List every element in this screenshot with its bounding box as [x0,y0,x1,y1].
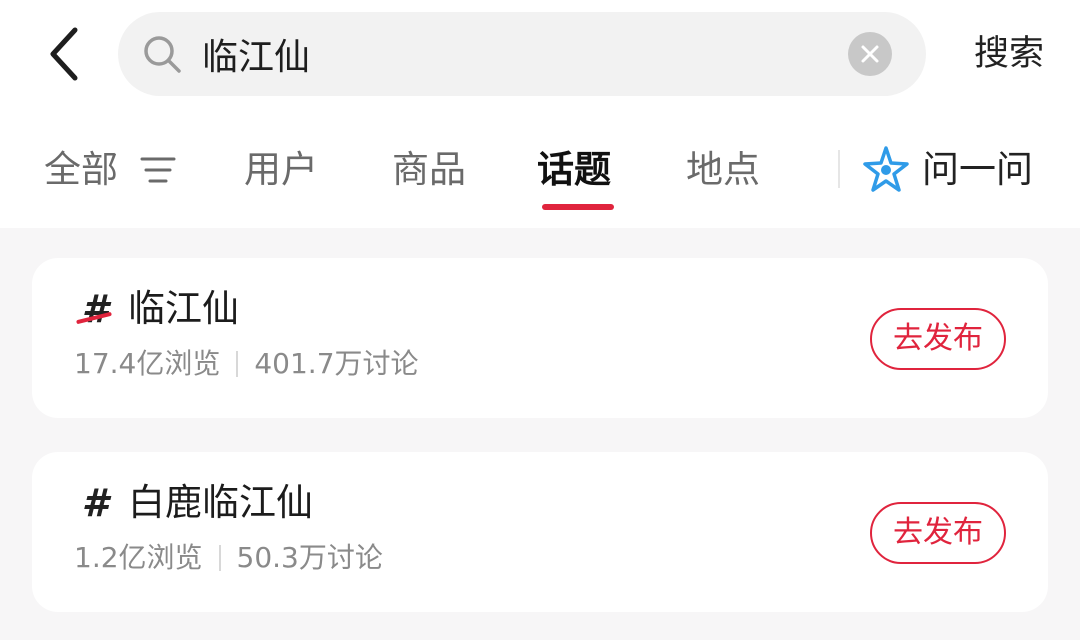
close-icon [861,45,879,63]
stats-separator [236,351,239,377]
chevron-left-icon [50,27,78,81]
tab-places[interactable]: 地点 [686,138,760,202]
search-input[interactable] [202,22,832,86]
search-bar[interactable] [118,12,926,96]
clear-search-button[interactable] [848,32,892,76]
publish-button[interactable]: 去发布 [870,502,1006,564]
publish-button[interactable]: 去发布 [870,308,1006,370]
topic-discussions: 401.7万讨论 [254,347,419,380]
tab-all[interactable]: 全部 [44,138,118,202]
stats-separator [218,545,221,571]
ask-button[interactable]: 问一问 [858,138,1058,202]
active-tab-indicator [542,204,614,210]
tab-users[interactable]: 用户 [244,138,318,202]
topic-title: 白鹿临江仙 [128,481,313,524]
tab-topics[interactable]: 话题 [537,138,611,202]
star-sparkle-icon [863,146,909,192]
search-icon [144,36,181,73]
back-button[interactable] [38,24,90,84]
search-submit-button[interactable]: 搜索 [954,24,1064,84]
topic-card[interactable]: # 白鹿临江仙 1.2亿浏览 50.3万讨论 去发布 [32,452,1048,612]
tab-products[interactable]: 商品 [392,138,466,202]
filter-icon[interactable] [140,154,176,186]
topic-stats: 17.4亿浏览 401.7万讨论 [74,344,419,384]
topic-discussions: 50.3万讨论 [236,541,383,574]
tab-divider [838,150,840,188]
topic-card[interactable]: # 临江仙 17.4亿浏览 401.7万讨论 去发布 [32,258,1048,418]
topic-title: 临江仙 [128,287,239,330]
topic-stats: 1.2亿浏览 50.3万讨论 [74,538,383,578]
topic-views: 17.4亿浏览 [74,347,221,380]
search-header: 搜索 全部 用户 商品 话题 地点 问一问 [0,0,1080,228]
hashtag-icon: # [81,481,109,525]
topic-views: 1.2亿浏览 [74,541,203,574]
ask-label: 问一问 [922,148,1033,191]
